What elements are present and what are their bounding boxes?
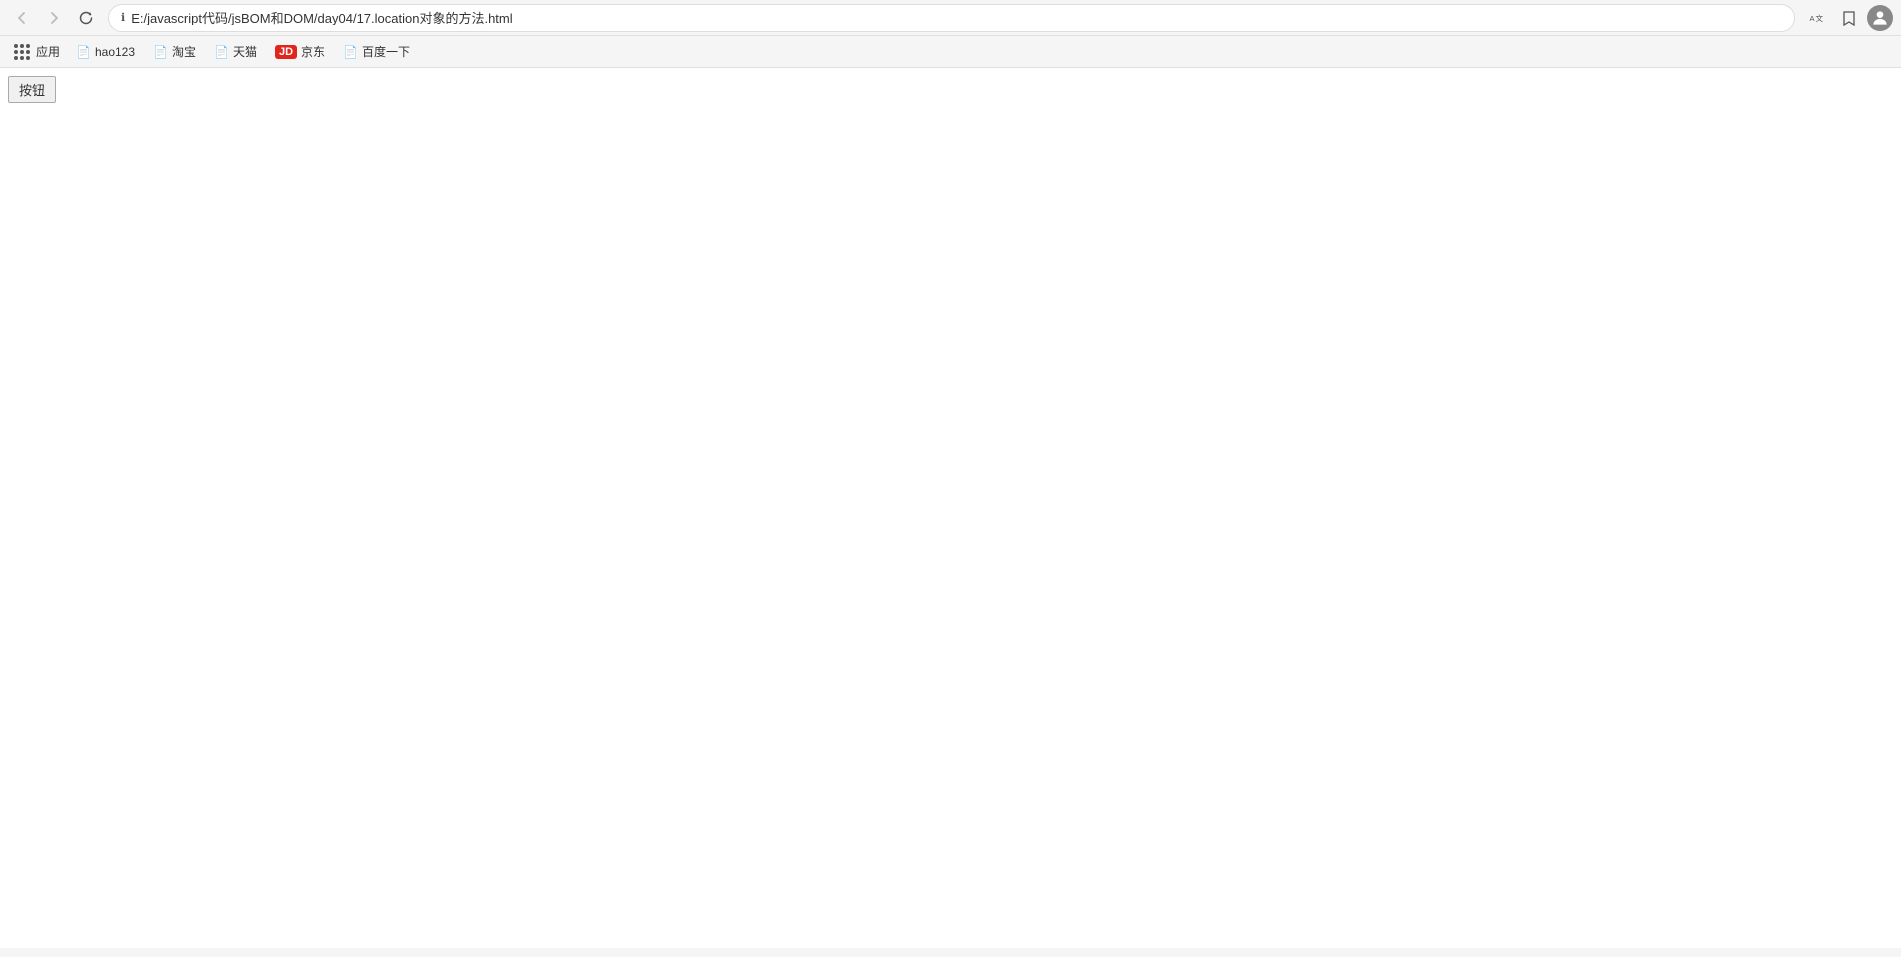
bookmark-taobao-icon: 📄: [153, 45, 168, 59]
address-bar-container[interactable]: ℹ: [108, 4, 1795, 32]
back-button[interactable]: [8, 4, 36, 32]
bookmark-jd-label: 京东: [301, 43, 325, 60]
page-main-button[interactable]: 按钮: [8, 76, 56, 103]
bookmark-taobao-label: 淘宝: [172, 43, 196, 60]
bookmark-baidu-label: 百度一下: [362, 43, 410, 60]
bookmark-jd-icon: JD: [275, 45, 297, 59]
page-content: 按钮: [0, 68, 1901, 948]
info-icon: ℹ: [121, 11, 125, 24]
apps-grid-icon: [14, 44, 30, 60]
bookmark-tianmao[interactable]: 📄 天猫: [206, 41, 265, 62]
bookmark-jd[interactable]: JD 京东: [267, 41, 333, 62]
svg-text:A: A: [1810, 14, 1815, 23]
apps-label: 应用: [36, 43, 60, 60]
bookmark-hao123-label: hao123: [95, 45, 135, 59]
bookmark-tianmao-label: 天猫: [233, 43, 257, 60]
svg-text:文: 文: [1816, 13, 1824, 23]
bookmark-hao123-icon: 📄: [76, 45, 91, 59]
bookmarks-bar: 应用 📄 hao123 📄 淘宝 📄 天猫 JD 京东 📄 百度一下: [0, 36, 1901, 68]
profile-avatar[interactable]: [1867, 5, 1893, 31]
bookmark-taobao[interactable]: 📄 淘宝: [145, 41, 204, 62]
nav-bar: ℹ A 文: [0, 0, 1901, 36]
favorite-button[interactable]: [1835, 4, 1863, 32]
apps-button[interactable]: 应用: [8, 41, 66, 62]
bookmark-baidu[interactable]: 📄 百度一下: [335, 41, 418, 62]
bookmark-baidu-icon: 📄: [343, 45, 358, 59]
nav-right-icons: A 文: [1803, 4, 1893, 32]
bookmark-hao123[interactable]: 📄 hao123: [68, 43, 143, 61]
browser-frame: ℹ A 文: [0, 0, 1901, 948]
translate-button[interactable]: A 文: [1803, 4, 1831, 32]
reload-button[interactable]: [72, 4, 100, 32]
address-bar[interactable]: [131, 10, 1782, 25]
forward-button[interactable]: [40, 4, 68, 32]
bookmark-tianmao-icon: 📄: [214, 45, 229, 59]
